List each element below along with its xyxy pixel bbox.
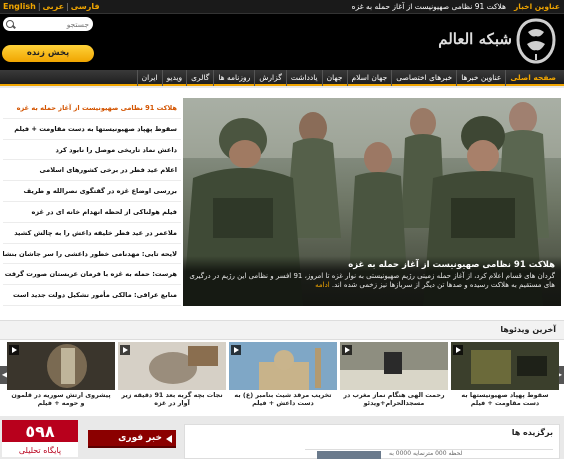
featured-thumbnail[interactable]	[317, 451, 381, 459]
nav-iran[interactable]: ایران	[136, 70, 162, 86]
video-card[interactable]: نجات بچه گربه بعد 91 دقیقه زیر آوار در غ…	[118, 342, 226, 414]
nav-gallery[interactable]: گالری	[186, 70, 213, 86]
list-item[interactable]: هرست: حمله به غزه با فرمان عربستان صورت …	[3, 264, 181, 286]
video-thumbnail	[118, 342, 226, 390]
headline-list: هلاکت 91 نظامی صهیونیست از آغاز حمله به …	[3, 98, 181, 306]
hero-slideshow[interactable]: هلاکت 91 نظامی صهیونیست از آغاز حمله به …	[183, 98, 561, 306]
live-stream-button[interactable]: پخش زنده	[2, 45, 94, 62]
play-icon	[9, 345, 19, 355]
lang-english[interactable]: English	[3, 2, 36, 11]
video-title[interactable]: نجات بچه گربه بعد 91 دقیقه زیر آوار در غ…	[118, 390, 226, 414]
video-thumbnail	[451, 342, 559, 390]
nav-headlines[interactable]: عناوین خبرها	[456, 70, 505, 86]
hero-title[interactable]: هلاکت 91 نظامی صهیونیست از آغاز حمله به …	[189, 260, 555, 270]
list-item[interactable]: منابع عراقی: مالکی مأمور تشکیل دولت جدید…	[3, 285, 181, 306]
video-title[interactable]: تخریب مرقد شیث بنامبر (ع) به دست داعش + …	[229, 390, 337, 414]
list-item[interactable]: لایحه تایی: مهدنامی خطور داعشی را سر جاش…	[3, 244, 181, 265]
nav-newspapers[interactable]: روزنامه ها	[213, 70, 254, 86]
site-header: English | فارسی|عربی عناوین اخبار هلاکت 91 …	[0, 0, 564, 70]
video-title[interactable]: رحمت الهی هنگام نماز مغرب در مسجدالحرام+…	[340, 390, 448, 414]
play-icon	[120, 345, 130, 355]
hero-caption: هلاکت 91 نظامی صهیونیست از آغاز حمله به …	[183, 256, 561, 306]
search-box	[3, 17, 93, 31]
featured-section: برگزیده ها لحظه 000 مترنمایه 0000 به	[184, 424, 560, 459]
video-thumbnail	[7, 342, 115, 390]
featured-heading: برگزیده ها	[511, 428, 553, 437]
list-item[interactable]: فیلم هولناکی از لحظه انهدام خانه ای در غ…	[3, 202, 181, 223]
list-item[interactable]: بررسی اوضاع غزه در گفتگوی نصرالله و طریف	[3, 181, 181, 202]
svg-text:٥٩٨: ٥٩٨	[25, 422, 55, 441]
video-card[interactable]: رحمت الهی هنگام نماز مغرب در مسجدالحرام+…	[340, 342, 448, 414]
list-item[interactable]: داعش نماد تاریخی موصل را نابود کرد	[3, 140, 181, 161]
play-icon	[342, 345, 352, 355]
breaking-news-tab[interactable]: خبر فوری	[88, 430, 176, 448]
nav-reports[interactable]: گزارش	[254, 70, 286, 86]
lang-farsi[interactable]: فارسی	[71, 2, 100, 11]
nav-home[interactable]: صفحه اصلی	[505, 70, 560, 86]
play-icon	[453, 345, 463, 355]
video-card[interactable]: تخریب مرقد شیث بنامبر (ع) به دست داعش + …	[229, 342, 337, 414]
top-news-text[interactable]: هلاکت 91 نظامی صهیونیست از آغاز حمله به …	[352, 2, 506, 11]
list-item[interactable]: اعلام عید فطر در برخی کشورهای اسلامی	[3, 160, 181, 182]
top-news-ticker[interactable]: عناوین اخبار هلاکت 91 نظامی صهیونیست از آ…	[352, 2, 560, 11]
list-item[interactable]: سقوط پهپاد صهیونیستها به دست مقاومت + فی…	[3, 119, 181, 140]
video-card[interactable]: پیشروی ارتش سوریه در قلمون و حومه + فیلم	[7, 342, 115, 414]
hero-summary: گردان های قسام اعلام کرد، از آغاز حمله ز…	[189, 272, 555, 290]
nav-exclusive-news[interactable]: خبرهای اختصاصی	[391, 70, 456, 86]
featured-snippet[interactable]: لحظه 000 مترنمایه 0000 به	[389, 450, 462, 457]
video-thumbnail	[229, 342, 337, 390]
alalam-logo-icon	[516, 18, 556, 64]
lang-arabic[interactable]: عربی	[43, 2, 65, 11]
watermark-logo-icon: ٥٩٨ پایگاه تحلیلی	[2, 420, 78, 457]
top-news-label: عناوین اخبار	[513, 2, 560, 11]
logo-text: شبکه العالم	[438, 30, 512, 48]
svg-text:پایگاه تحلیلی: پایگاه تحلیلی	[19, 445, 61, 455]
play-icon	[231, 345, 241, 355]
nav-notes[interactable]: یادداشت	[285, 70, 322, 86]
hero-more-link[interactable]: ادامه	[315, 281, 330, 289]
video-card[interactable]: سقوط پهپاد صهیونیستها به دست مقاومت + فی…	[451, 342, 559, 414]
search-icon[interactable]	[6, 20, 14, 28]
latest-videos-heading: آخرین ویدئوها	[0, 320, 564, 340]
language-switcher: English | فارسی|عربی	[3, 2, 100, 11]
latest-videos-section: آخرین ویدئوها ◀ ▶ سقوط پهپاد صهیونیستها …	[0, 320, 564, 416]
bottom-section: ٥٩٨ پایگاه تحلیلی خبر فوری برگزیده ها لح…	[0, 416, 564, 459]
site-logo[interactable]: شبکه العالم	[436, 18, 556, 66]
list-item[interactable]: هلاکت 91 نظامی صهیونیست از آغاز حمله به …	[3, 98, 181, 119]
search-input[interactable]	[17, 18, 89, 30]
video-carousel: ◀ ▶ سقوط پهپاد صهیونیستها به دست مقاومت …	[0, 342, 564, 416]
main-content: هلاکت 91 نظامی صهیونیست از آغاز حمله به …	[0, 88, 564, 320]
nav-islamic-world[interactable]: جهان اسلام	[346, 70, 392, 86]
nav-world[interactable]: جهان	[321, 70, 347, 86]
top-bar: English | فارسی|عربی عناوین اخبار هلاکت 91 …	[0, 0, 564, 14]
video-thumbnail	[340, 342, 448, 390]
list-item[interactable]: ملاعمر در عید فطر خلیفه داعش را به چالش …	[3, 223, 181, 244]
hero-text: گردان های قسام اعلام کرد، از آغاز حمله ز…	[189, 272, 555, 289]
video-title[interactable]: پیشروی ارتش سوریه در قلمون و حومه + فیلم	[7, 390, 115, 414]
nav-video[interactable]: ویدیو	[161, 70, 187, 86]
video-title[interactable]: سقوط پهپاد صهیونیستها به دست مقاومت + فی…	[451, 390, 559, 414]
main-navigation: صفحه اصلی عناوین خبرها خبرهای اختصاصی جه…	[0, 70, 564, 86]
